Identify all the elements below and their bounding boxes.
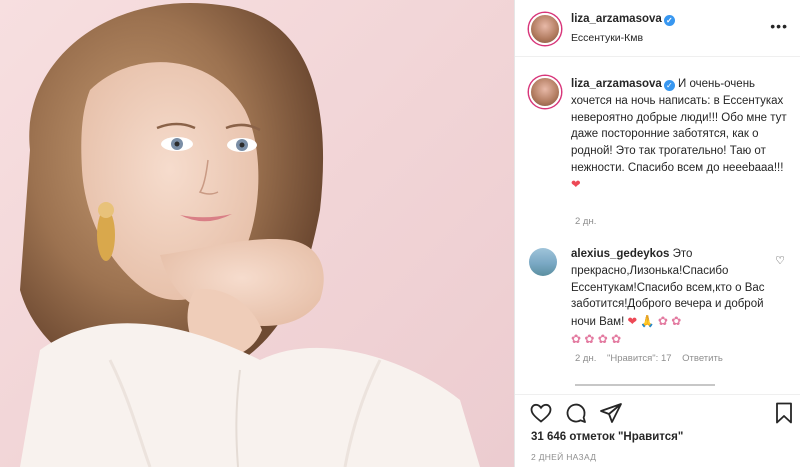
likes-count[interactable]: 31 646 отметок "Нравится"	[531, 431, 683, 443]
heart-emoji: ❤	[627, 316, 638, 329]
flower-emoji-row: ✿ ✿ ✿ ✿	[571, 331, 622, 346]
verified-badge-icon: ✓	[663, 80, 675, 91]
more-dots-icon[interactable]: •••	[770, 18, 788, 34]
post-header: liza_arzamasova ✓ Ессентуки-Кмв •••	[515, 0, 800, 57]
verified-badge-icon: ✓	[663, 15, 675, 26]
post-location[interactable]: Ессентуки-Кмв	[571, 32, 643, 44]
portrait-illustration	[20, 2, 480, 467]
comment-likes[interactable]: "Нравится": 17	[607, 353, 672, 364]
post-photo[interactable]	[0, 0, 514, 467]
share-icon[interactable]	[599, 401, 623, 425]
comment-username[interactable]: alexius_gedeykos	[571, 248, 669, 260]
author-avatar[interactable]	[529, 13, 561, 45]
caption-avatar[interactable]	[529, 76, 561, 108]
author-username[interactable]: liza_arzamasova ✓	[571, 13, 675, 26]
heart-emoji: ❤	[571, 178, 581, 191]
author-username-text[interactable]: liza_arzamasova	[571, 13, 662, 25]
pray-emoji: 🙏	[640, 316, 655, 329]
caption-text: И очень-очень хочется на ночь написать: …	[571, 78, 787, 174]
post-side-panel: liza_arzamasova ✓ Ессентуки-Кмв ••• liza_…	[515, 0, 800, 467]
comment-item: alexius_gedeykos Это прекрасно,Лизонька!…	[529, 246, 789, 349]
comment-reply-button[interactable]: Ответить	[682, 353, 723, 364]
caption-username[interactable]: liza_arzamasova	[571, 78, 662, 90]
post-caption: liza_arzamasova ✓ И очень-очень хочется н…	[529, 76, 789, 194]
comment-body: alexius_gedeykos Это прекрасно,Лизонька!…	[571, 246, 767, 349]
post-actions-bar: 31 646 отметок "Нравится" 2 ДНЕЙ НАЗАД	[515, 394, 800, 468]
comment-meta: 2 дн. "Нравится": 17 Ответить	[575, 353, 723, 364]
post-time-ago: 2 ДНЕЙ НАЗАД	[531, 452, 597, 462]
comment-like-heart-icon[interactable]: ♡	[775, 254, 785, 267]
caption-age: 2 дн.	[575, 216, 597, 227]
comment-icon[interactable]	[564, 401, 588, 425]
comment-age: 2 дн.	[575, 353, 597, 364]
heart-icon[interactable]	[529, 401, 553, 425]
next-comment-partial	[575, 381, 725, 387]
caption-body: liza_arzamasova ✓ И очень-очень хочется н…	[571, 76, 789, 194]
commenter-avatar[interactable]	[529, 248, 557, 276]
bookmark-icon[interactable]	[772, 401, 796, 425]
flower-emoji: ✿ ✿	[657, 314, 682, 329]
